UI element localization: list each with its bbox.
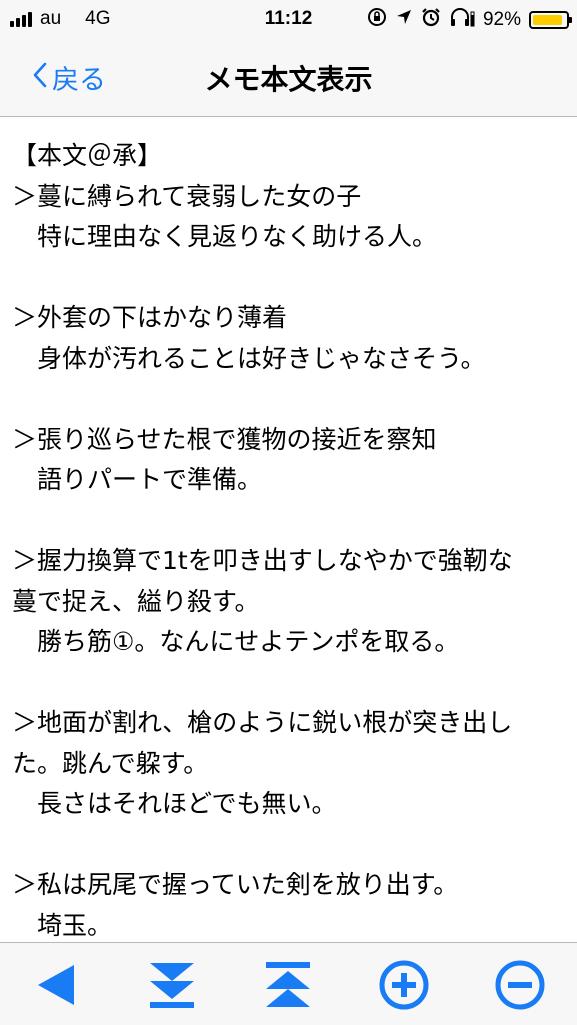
rotation-lock-icon bbox=[367, 7, 387, 32]
status-bar: au 4G 11:12 92% bbox=[0, 0, 577, 38]
memo-content[interactable]: 【本文＠承】 ＞蔓に縛られて衰弱した女の子 特に理由なく見返りなく助ける人。 ＞… bbox=[0, 117, 577, 942]
memo-body-text: 【本文＠承】 ＞蔓に縛られて衰弱した女の子 特に理由なく見返りなく助ける人。 ＞… bbox=[12, 141, 513, 940]
zoom-in-icon[interactable] bbox=[378, 959, 430, 1011]
bottom-toolbar bbox=[0, 942, 577, 1025]
back-triangle-icon[interactable] bbox=[30, 959, 82, 1011]
scroll-bottom-icon[interactable] bbox=[146, 959, 198, 1011]
navigation-bar: 戻る メモ本文表示 bbox=[0, 38, 577, 117]
battery-icon bbox=[529, 10, 572, 29]
battery-percent: 92% bbox=[482, 8, 521, 30]
scroll-top-icon[interactable] bbox=[262, 959, 314, 1011]
page-title: メモ本文表示 bbox=[204, 63, 373, 96]
zoom-out-icon[interactable] bbox=[494, 959, 546, 1011]
status-right: 92% bbox=[367, 7, 572, 32]
location-icon bbox=[395, 8, 413, 31]
alarm-icon bbox=[421, 7, 441, 32]
headphones-icon bbox=[449, 7, 475, 32]
